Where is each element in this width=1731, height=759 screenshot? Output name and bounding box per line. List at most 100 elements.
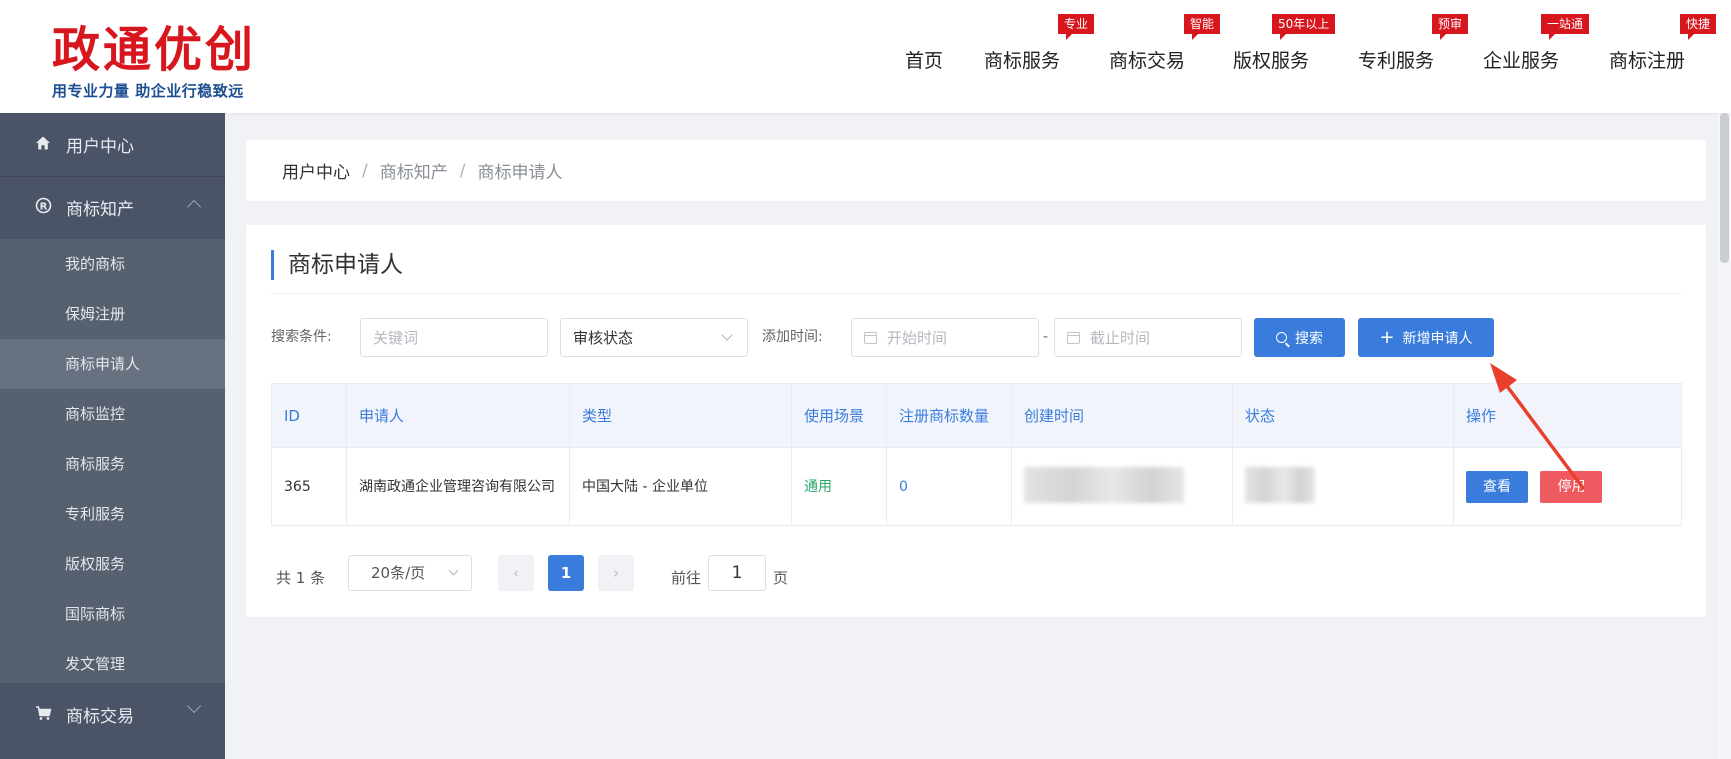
breadcrumb-separator: / bbox=[459, 160, 466, 181]
col-header-status[interactable]: 状态 bbox=[1232, 383, 1454, 448]
nav-patent-service[interactable]: 专利服务 bbox=[1358, 46, 1434, 73]
sidebar-item-patent-service[interactable]: 专利服务 bbox=[0, 489, 225, 539]
breadcrumb-separator: / bbox=[362, 160, 368, 181]
end-date-placeholder: 截止时间 bbox=[1090, 329, 1151, 347]
sidebar-item-document-management[interactable]: 发文管理 bbox=[0, 639, 225, 689]
time-label: 添加时间: bbox=[762, 329, 823, 345]
sidebar-item-label: 商标知产 bbox=[66, 200, 134, 220]
site-logo[interactable]: 政通优创 用专业力量 助企业行稳致远 bbox=[52, 22, 256, 101]
nav-badge-trademark-register: 快捷 bbox=[1680, 14, 1717, 40]
logo-slogan: 用专业力量 助企业行稳致远 bbox=[52, 82, 244, 100]
prev-page-button[interactable]: ‹ bbox=[498, 555, 534, 591]
cell-applicant: 湖南政通企业管理咨询有限公司 bbox=[346, 447, 570, 526]
cell-status bbox=[1232, 447, 1454, 526]
breadcrumb-user-center[interactable]: 用户中心 bbox=[282, 158, 350, 183]
chevron-down-icon bbox=[448, 565, 459, 576]
cart-icon bbox=[30, 705, 56, 725]
sidebar-item-trademark-trade[interactable]: 商标交易 bbox=[0, 683, 225, 746]
applicant-table: ID 申请人 类型 使用场景 注册商标数量 创建时间 状态 操作 365 湖南政… bbox=[271, 383, 1682, 526]
page-size-value: 20条/页 bbox=[371, 564, 426, 582]
nav-badge-trademark-trade: 智能 bbox=[1184, 14, 1221, 40]
col-header-count[interactable]: 注册商标数量 bbox=[886, 383, 1012, 448]
cell-scene: 通用 bbox=[791, 447, 887, 526]
blurred-created-time bbox=[1024, 466, 1184, 503]
nav-enterprise-service[interactable]: 企业服务 bbox=[1483, 46, 1559, 73]
col-header-scene[interactable]: 使用场景 bbox=[791, 383, 887, 448]
sidebar-item-trademark-applicant[interactable]: 商标申请人 bbox=[0, 339, 225, 389]
sidebar-item-trademark-ip[interactable]: R 商标知产 bbox=[0, 176, 225, 239]
nav-copyright-service[interactable]: 版权服务 bbox=[1233, 46, 1309, 73]
table-row: 365 湖南政通企业管理咨询有限公司 中国大陆 - 企业单位 通用 0 查看 停… bbox=[271, 447, 1682, 526]
keyword-input[interactable]: 关键词 bbox=[360, 318, 548, 357]
col-header-id[interactable]: ID bbox=[271, 383, 347, 448]
start-date-placeholder: 开始时间 bbox=[887, 329, 948, 347]
date-range-separator: - bbox=[1043, 329, 1049, 345]
chevron-down-icon bbox=[186, 698, 202, 714]
top-header: 政通优创 用专业力量 助企业行稳致远 首页 专业 商标服务 智能 商标交易 50… bbox=[0, 0, 1731, 113]
chevron-up-icon bbox=[186, 199, 202, 215]
registered-icon: R bbox=[30, 197, 56, 218]
sidebar-item-nanny-register[interactable]: 保姆注册 bbox=[0, 289, 225, 339]
nav-badge-copyright-service: 50年以上 bbox=[1272, 14, 1336, 40]
col-header-applicant[interactable]: 申请人 bbox=[346, 383, 570, 448]
nav-home[interactable]: 首页 bbox=[905, 46, 943, 73]
sidebar: 用户中心 R 商标知产 我的商标 保姆注册 商标申请人 商标监控 商标服务 专利… bbox=[0, 113, 225, 759]
pagination-total: 共 1 条 bbox=[276, 569, 326, 587]
page-number-current[interactable]: 1 bbox=[548, 555, 584, 591]
nav-badge-enterprise-service: 一站通 bbox=[1541, 14, 1590, 40]
page-size-select[interactable]: 20条/页 bbox=[348, 555, 472, 591]
nav-badge-trademark-service: 专业 bbox=[1058, 14, 1095, 40]
col-header-type[interactable]: 类型 bbox=[569, 383, 792, 448]
cell-id: 365 bbox=[271, 447, 347, 526]
end-date-input[interactable]: 截止时间 bbox=[1054, 318, 1242, 357]
sidebar-item-copyright-service[interactable]: 版权服务 bbox=[0, 539, 225, 589]
nav-trademark-register[interactable]: 商标注册 bbox=[1609, 46, 1685, 73]
goto-page-input[interactable]: 1 bbox=[708, 555, 766, 591]
add-applicant-button[interactable]: + 新增申请人 bbox=[1358, 318, 1494, 357]
sidebar-item-my-trademarks[interactable]: 我的商标 bbox=[0, 239, 225, 289]
col-header-created[interactable]: 创建时间 bbox=[1011, 383, 1233, 448]
add-applicant-button-label: 新增申请人 bbox=[1402, 330, 1473, 347]
search-button[interactable]: 搜索 bbox=[1254, 318, 1345, 357]
logo-title: 政通优创 bbox=[52, 22, 256, 78]
logo-title-part2: 优创 bbox=[154, 22, 257, 78]
search-label: 搜索条件: bbox=[271, 329, 332, 345]
calendar-icon bbox=[1067, 331, 1080, 344]
cell-created-time bbox=[1011, 447, 1233, 526]
blurred-status bbox=[1245, 466, 1315, 503]
cell-type: 中国大陆 - 企业单位 bbox=[569, 447, 792, 526]
page-title: 商标申请人 bbox=[271, 250, 403, 280]
scrollbar-thumb[interactable] bbox=[1720, 113, 1729, 263]
annotation-arrow bbox=[1490, 363, 1585, 490]
sidebar-item-user-center[interactable]: 用户中心 bbox=[0, 113, 225, 176]
nav-badge-patent-service: 预审 bbox=[1432, 14, 1469, 40]
sidebar-item-label: 用户中心 bbox=[66, 137, 134, 157]
sidebar-item-label: 商标交易 bbox=[66, 707, 134, 727]
search-icon bbox=[1276, 332, 1287, 343]
breadcrumb-trademark-ip[interactable]: 商标知产 bbox=[380, 158, 448, 183]
sidebar-item-international-trademark[interactable]: 国际商标 bbox=[0, 589, 225, 639]
start-date-input[interactable]: 开始时间 bbox=[851, 318, 1039, 357]
sidebar-item-trademark-monitor[interactable]: 商标监控 bbox=[0, 389, 225, 439]
sidebar-item-trademark-service[interactable]: 商标服务 bbox=[0, 439, 225, 489]
logo-title-part1: 政通 bbox=[52, 22, 155, 78]
nav-trademark-service[interactable]: 商标服务 bbox=[984, 46, 1060, 73]
status-select[interactable]: 审核状态 bbox=[560, 318, 748, 357]
goto-prefix: 前往 bbox=[671, 569, 702, 587]
keyword-placeholder: 关键词 bbox=[373, 329, 419, 347]
search-button-label: 搜索 bbox=[1295, 330, 1323, 347]
cell-count: 0 bbox=[886, 447, 1012, 526]
title-divider bbox=[271, 293, 1681, 294]
breadcrumb-current: 商标申请人 bbox=[477, 163, 563, 183]
goto-suffix: 页 bbox=[773, 569, 789, 587]
next-page-button[interactable]: › bbox=[598, 555, 634, 591]
sidebar-submenu: 我的商标 保姆注册 商标申请人 商标监控 商标服务 专利服务 版权服务 国际商标… bbox=[0, 239, 225, 683]
status-select-value: 审核状态 bbox=[573, 329, 634, 347]
chevron-down-icon bbox=[721, 329, 733, 341]
breadcrumb: 用户中心 / 商标知产 / 商标申请人 bbox=[246, 140, 1706, 201]
plus-icon: + bbox=[1379, 326, 1395, 348]
table-header-row: ID 申请人 类型 使用场景 注册商标数量 创建时间 状态 操作 bbox=[271, 383, 1682, 448]
nav-trademark-trade[interactable]: 商标交易 bbox=[1109, 46, 1185, 73]
svg-text:R: R bbox=[39, 201, 47, 212]
home-icon bbox=[30, 135, 56, 155]
